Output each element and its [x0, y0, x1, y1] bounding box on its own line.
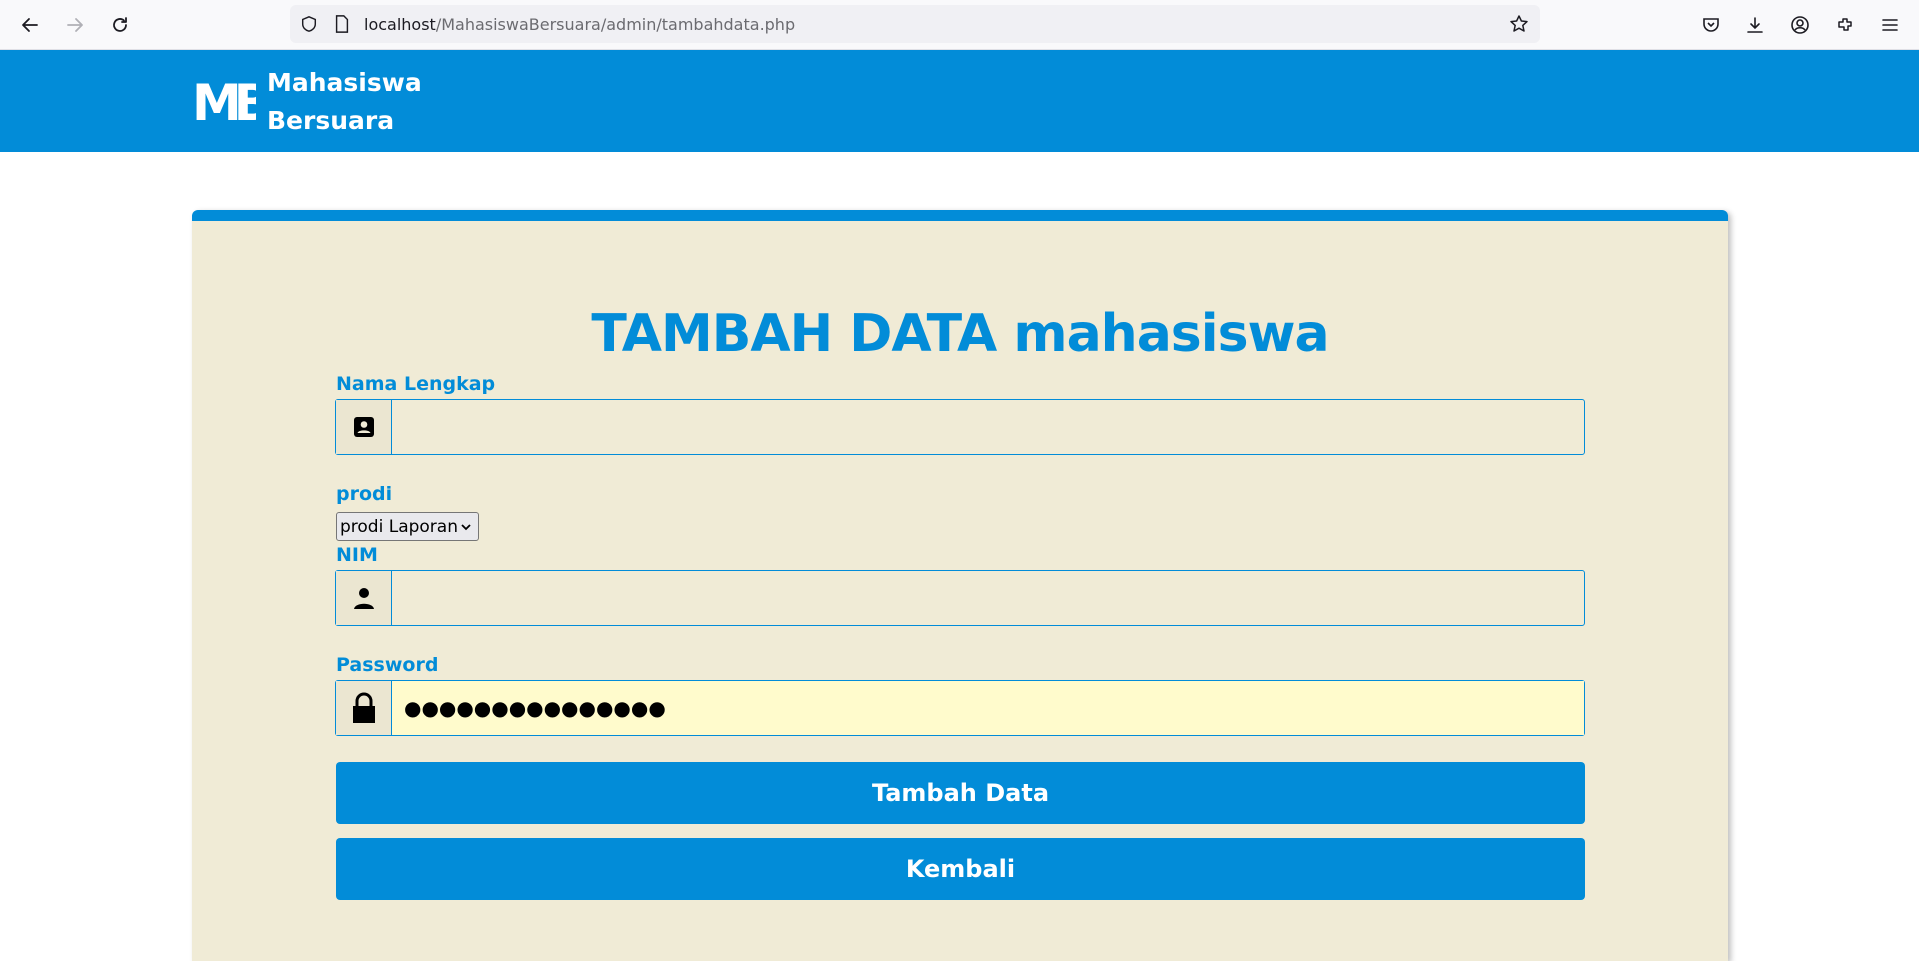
url-text: localhost/MahasiswaBersuara/admin/tambah… — [364, 15, 795, 34]
page-icon — [335, 15, 349, 33]
chevron-down-icon — [461, 524, 471, 531]
password-addon — [336, 681, 392, 735]
downloads-button[interactable] — [1742, 12, 1768, 38]
prodi-label: prodi — [336, 483, 393, 505]
back-button[interactable] — [17, 12, 43, 38]
nama-label: Nama Lengkap — [336, 373, 496, 395]
brand-name[interactable]: Mahasiswa Bersuara — [267, 64, 422, 140]
url-bar[interactable]: localhost/MahasiswaBersuara/admin/tambah… — [290, 5, 1540, 43]
reload-button[interactable] — [107, 12, 133, 38]
menu-icon — [1882, 19, 1898, 31]
nama-input-group — [335, 399, 1585, 455]
reload-icon — [113, 17, 127, 32]
download-icon — [1747, 17, 1763, 33]
url-host: localhost — [364, 15, 436, 34]
nim-input-group — [335, 570, 1585, 626]
shield-icon — [301, 16, 317, 32]
pocket-button[interactable] — [1698, 12, 1724, 38]
star-icon[interactable] — [1509, 14, 1529, 34]
extensions-icon — [1838, 18, 1852, 31]
url-path: /MahasiswaBersuara/admin/tambahdata.php — [435, 15, 796, 34]
menu-button[interactable] — [1877, 12, 1903, 38]
extensions-button[interactable] — [1832, 12, 1858, 38]
nim-label: NIM — [336, 544, 378, 566]
nim-input[interactable] — [392, 571, 1584, 625]
user-icon — [353, 588, 374, 609]
nim-addon — [336, 571, 392, 625]
tambah-data-button[interactable]: Tambah Data — [336, 762, 1585, 824]
logo-text: MB — [192, 74, 256, 128]
brand-line-2: Bersuara — [267, 106, 395, 135]
prodi-select[interactable]: prodi Laporan — [336, 512, 479, 541]
password-input-group: ●●●●●●●●●●●●●●● — [335, 680, 1585, 736]
pocket-icon — [1703, 18, 1719, 32]
logo-icon[interactable]: MB — [192, 72, 256, 128]
site-header: MB Mahasiswa Bersuara — [0, 50, 1919, 152]
browser-toolbar: localhost/MahasiswaBersuara/admin/tambah… — [0, 0, 1919, 50]
kembali-button[interactable]: Kembali — [336, 838, 1585, 900]
form-title: TAMBAH DATA mahasiswa — [591, 304, 1329, 364]
nama-addon — [336, 400, 392, 454]
forward-icon — [67, 18, 83, 32]
brand-line-1: Mahasiswa — [267, 68, 422, 97]
password-input[interactable]: ●●●●●●●●●●●●●●● — [392, 681, 1584, 735]
contact-card-icon — [353, 417, 374, 437]
account-button[interactable] — [1787, 12, 1813, 38]
lock-icon — [352, 692, 375, 723]
password-label: Password — [336, 654, 439, 676]
prodi-selected-value: prodi Laporan — [340, 516, 458, 537]
nama-input[interactable] — [392, 400, 1584, 454]
back-icon — [22, 18, 38, 32]
form-card: TAMBAH DATA mahasiswa Nama Lengkap prodi… — [192, 210, 1728, 961]
forward-button[interactable] — [62, 12, 88, 38]
account-icon — [1791, 16, 1809, 34]
